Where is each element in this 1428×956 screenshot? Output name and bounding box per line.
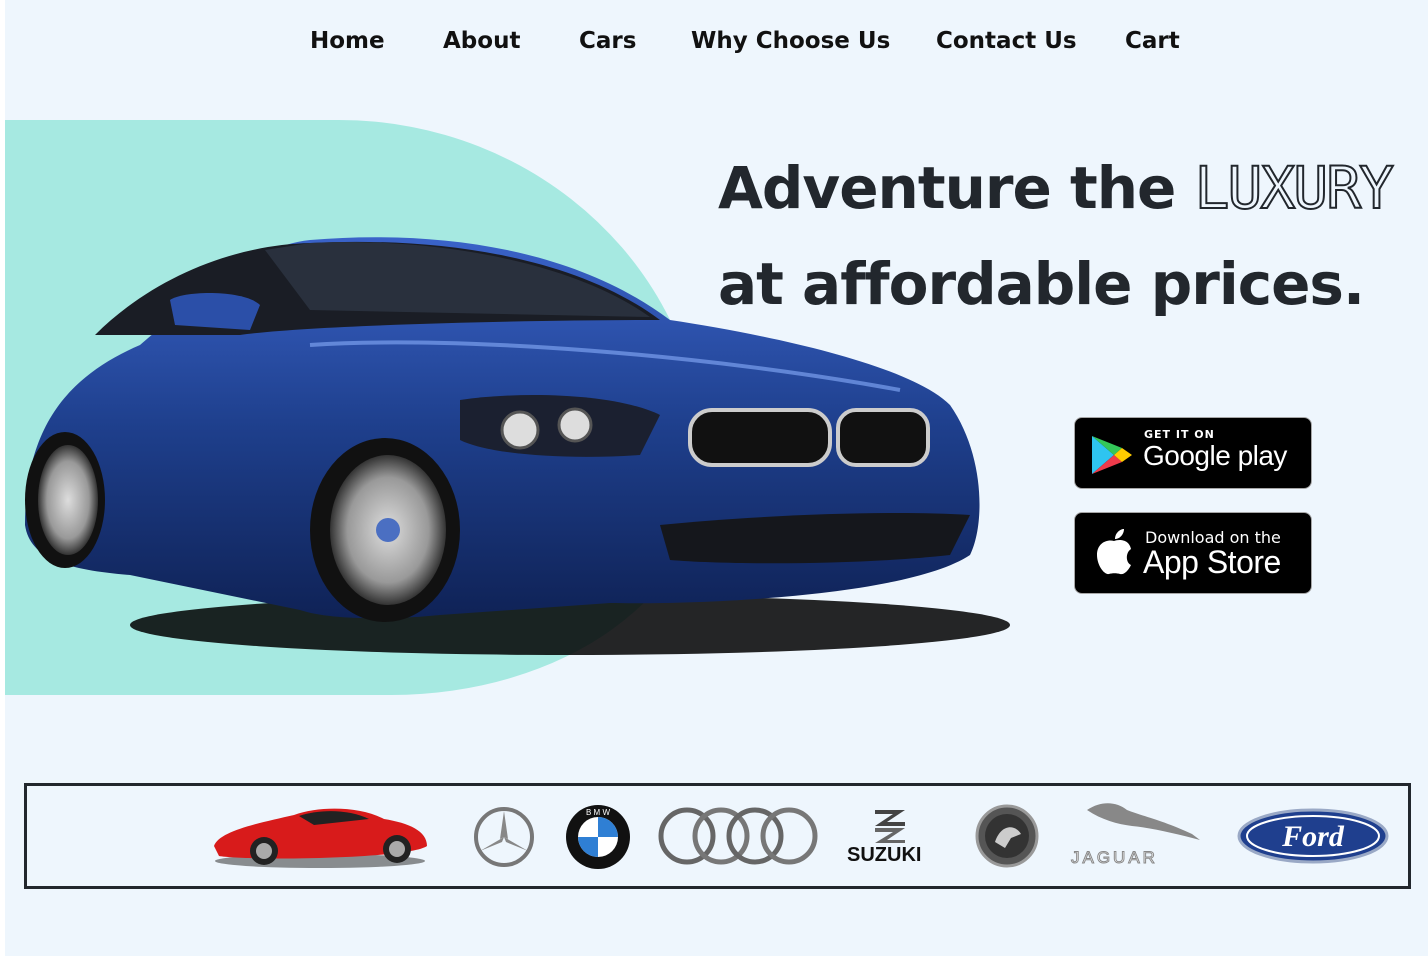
brands-bar: B M W SUZUKI JAGUAR Ford	[24, 783, 1411, 889]
red-sports-car-icon[interactable]	[209, 801, 431, 871]
ford-logo-icon[interactable]: Ford	[1237, 808, 1389, 864]
jaguar-logo-icon[interactable]	[1082, 798, 1202, 848]
suzuki-label: SUZUKI	[847, 844, 922, 866]
google-play-badge[interactable]: GET IT ON Google play	[1074, 417, 1312, 489]
headline-line1: Adventure the LUXURY	[718, 140, 1418, 236]
nav-about[interactable]: About	[443, 28, 520, 54]
apple-badge-big-text: App Store	[1143, 544, 1281, 580]
nav-why-choose-us[interactable]: Why Choose Us	[691, 28, 890, 54]
google-badge-big-text: Google play	[1143, 440, 1287, 471]
nav-cars[interactable]: Cars	[579, 28, 636, 54]
jaguar-label: JAGUAR	[1071, 848, 1158, 868]
bmw-letters: B M W	[586, 808, 610, 817]
headline-line2: at affordable prices.	[718, 250, 1365, 318]
nav-contact-us[interactable]: Contact Us	[936, 28, 1077, 54]
main-nav: Home About Cars Why Choose Us Contact Us…	[0, 28, 1428, 64]
suzuki-logo-icon[interactable]	[865, 808, 915, 844]
google-play-icon	[1092, 436, 1132, 474]
ford-label: Ford	[1281, 820, 1345, 853]
apple-icon	[1097, 529, 1131, 575]
nav-home[interactable]: Home	[310, 28, 385, 54]
nav-cart[interactable]: Cart	[1125, 28, 1180, 54]
audi-logo-icon[interactable]	[655, 806, 823, 866]
mercedes-logo-icon[interactable]	[473, 806, 535, 868]
headline-highlight: LUXURY	[1194, 153, 1396, 223]
hero-headline: Adventure the LUXURY at affordable price…	[718, 140, 1418, 332]
app-store-badge[interactable]: Download on the App Store	[1074, 512, 1312, 594]
bmw-logo-icon[interactable]: B M W	[565, 804, 631, 870]
page-edge	[0, 0, 5, 956]
skoda-logo-icon[interactable]	[975, 804, 1039, 868]
headline-part1: Adventure the	[718, 154, 1176, 222]
